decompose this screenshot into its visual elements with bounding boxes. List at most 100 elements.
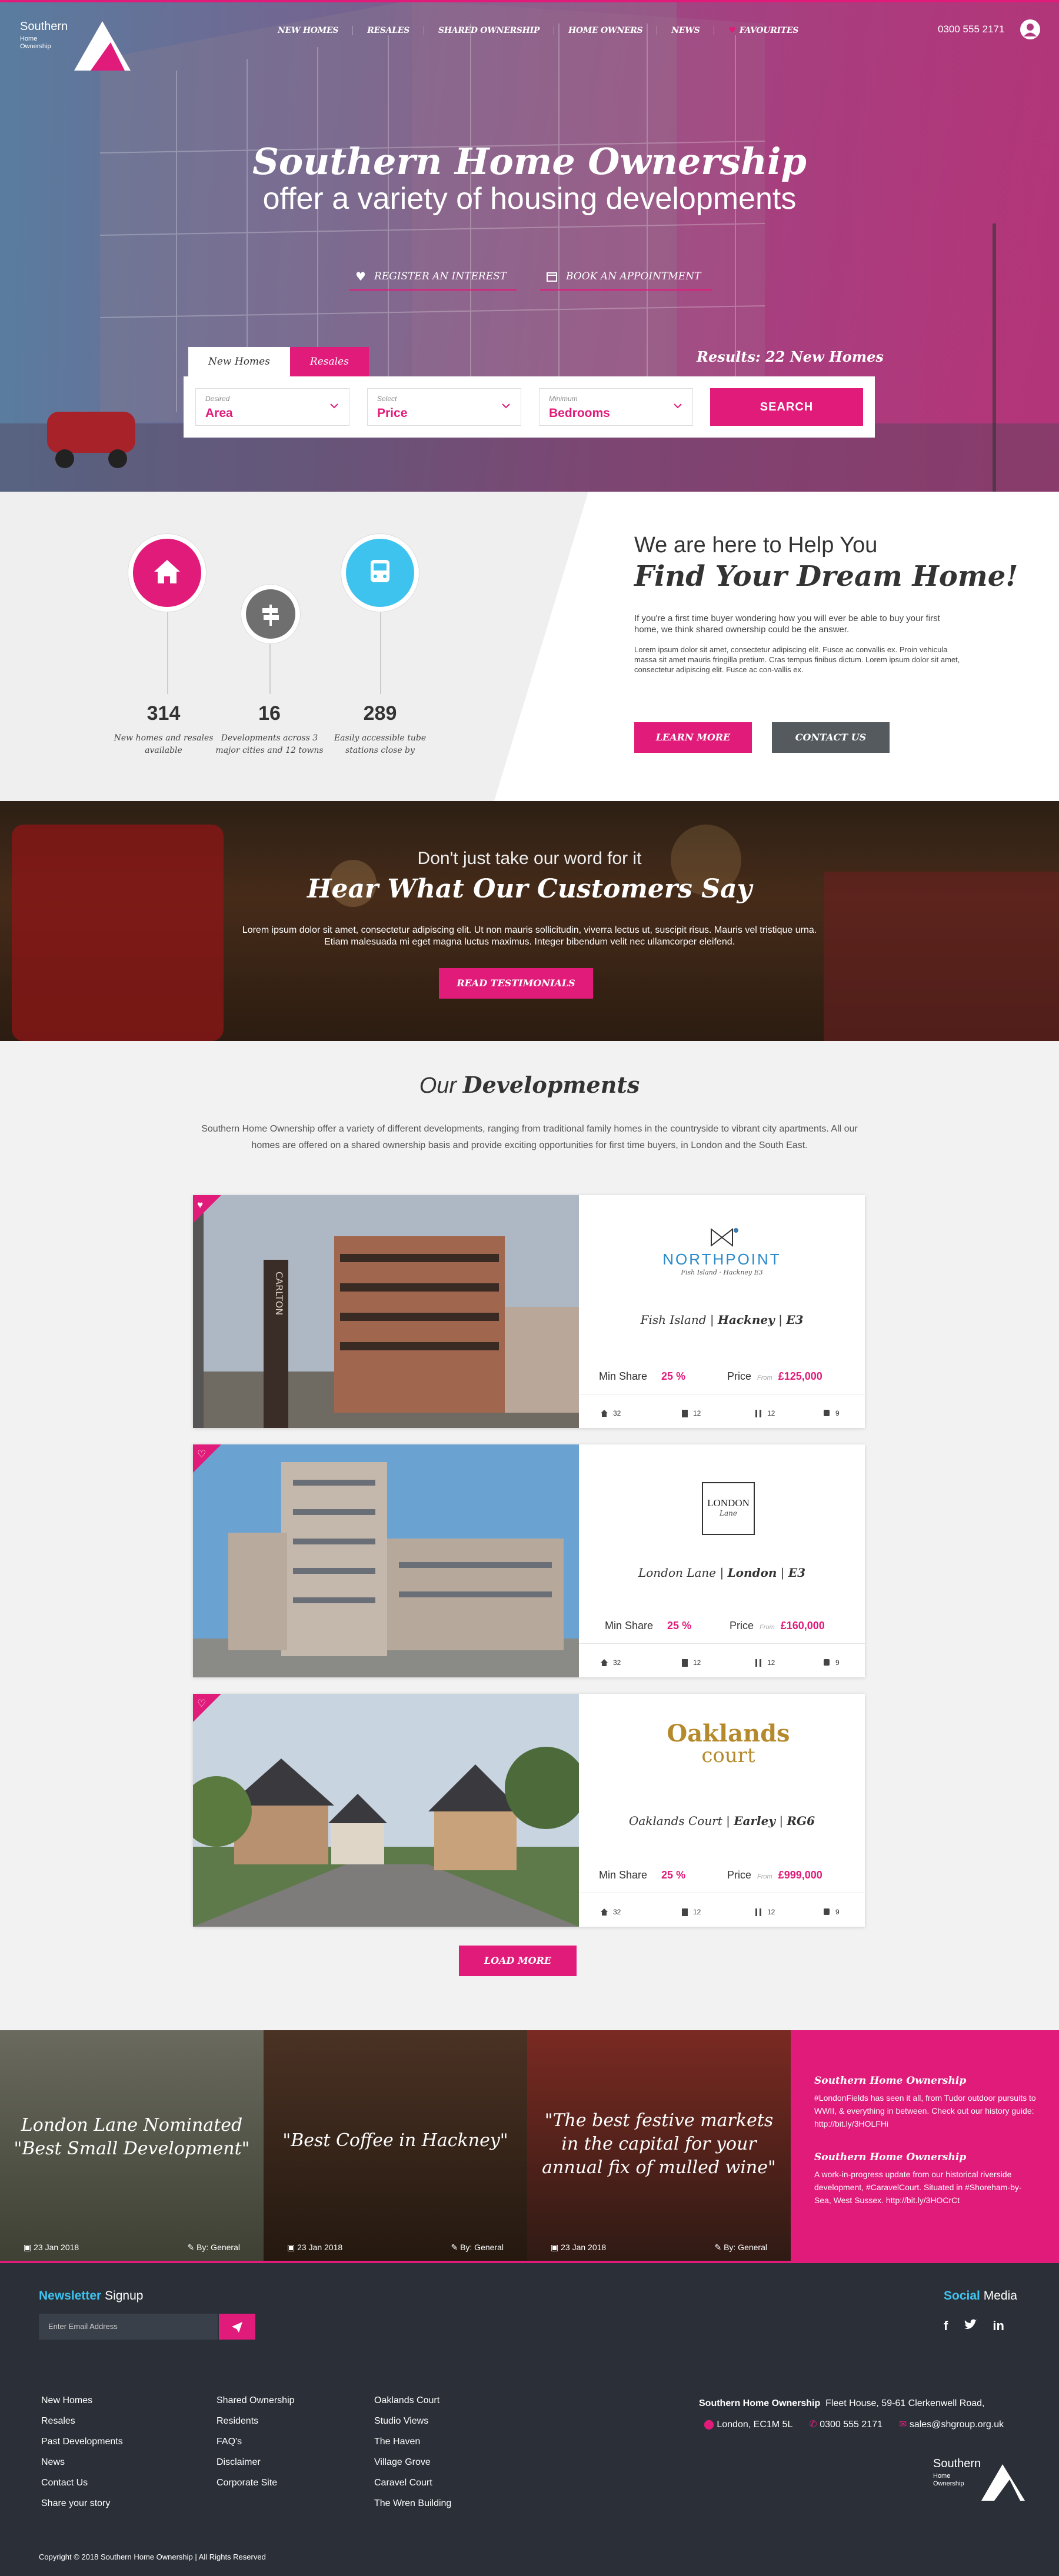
development-card-northpoint[interactable]: CARLTON ♥ NORTHPOINT Fish Island · Hackn…: [193, 1195, 865, 1428]
amenities-count: 12: [754, 1908, 775, 1916]
price-select-label: Select: [377, 395, 397, 403]
floors-count-value: 12: [693, 1409, 701, 1417]
newsletter-heading-a: Newsletter: [39, 2289, 102, 2303]
price-select[interactable]: Select Price: [367, 388, 521, 426]
stations-count-value: 9: [835, 1409, 840, 1417]
footer-link[interactable]: Caravel Court: [374, 2472, 451, 2493]
stat-stations-desc: Easily accessible tube stations close by: [334, 733, 427, 755]
newsletter-email-input[interactable]: Enter Email Address: [39, 2314, 218, 2340]
location-area: London: [727, 1566, 777, 1580]
book-appointment-button[interactable]: BOOK AN APPOINTMENT: [540, 263, 712, 291]
tweet[interactable]: Southern Home Ownership #LondonFields ha…: [814, 2075, 1038, 2130]
search-button[interactable]: SEARCH: [710, 388, 863, 426]
news-tile[interactable]: "The best festive markets in the capital…: [527, 2030, 791, 2263]
footer-email[interactable]: ✉ sales@shgroup.org.uk: [899, 2418, 1004, 2430]
footer-link[interactable]: Share your story: [41, 2493, 123, 2514]
cutlery-icon: [755, 1410, 761, 1417]
logo-subtitle: Home Ownership: [20, 35, 51, 50]
footer-phone[interactable]: ✆ 0300 555 2171: [809, 2418, 883, 2430]
stat-homes: 314 New homes and resales available: [105, 702, 222, 757]
news-tile-meta: ▣ 23 Jan 2018 ✎ By: General: [287, 2243, 504, 2253]
tweet[interactable]: Southern Home Ownership A work-in-progre…: [814, 2151, 1038, 2207]
facebook-icon[interactable]: f: [944, 2318, 948, 2334]
northpoint-logo-icon: [711, 1227, 738, 1247]
footer-link[interactable]: Studio Views: [374, 2411, 451, 2431]
nav-favourites[interactable]: ♥ FAVOURITES: [714, 26, 812, 35]
min-share-value: 25 %: [661, 1869, 686, 1881]
development-card-oaklands-court[interactable]: ♡ Oaklands court Oaklands Court | Earley…: [193, 1694, 865, 1927]
twitter-icon[interactable]: [963, 2318, 978, 2331]
news-author: ✎ By: General: [187, 2243, 240, 2252]
footer-links-col2: Shared Ownership Residents FAQ's Disclai…: [217, 2390, 295, 2493]
footer-link[interactable]: Disclaimer: [217, 2452, 295, 2472]
learn-more-button[interactable]: LEARN MORE: [634, 722, 752, 753]
footer-link[interactable]: The Haven: [374, 2431, 451, 2452]
site-logo[interactable]: Southern Home Ownership: [20, 18, 131, 74]
bedrooms-select[interactable]: Minimum Bedrooms: [539, 388, 693, 426]
nav-shared-ownership[interactable]: SHARED OWNERSHIP: [424, 26, 555, 35]
favourite-heart-icon[interactable]: ♡: [193, 1694, 221, 1722]
footer-link[interactable]: Residents: [217, 2411, 295, 2431]
cutlery-icon: [755, 1659, 761, 1667]
linkedin-icon[interactable]: in: [993, 2318, 1004, 2334]
top-accent-line: [0, 0, 1059, 2]
favourite-heart-icon[interactable]: ♡: [193, 1444, 221, 1473]
min-share-label: Min Share: [599, 1869, 648, 1881]
area-select[interactable]: Desired Area: [195, 388, 349, 426]
news-author: ✎ By: General: [451, 2243, 504, 2252]
footer-link[interactable]: Past Developments: [41, 2431, 123, 2452]
footer-logo[interactable]: Southern Home Ownership: [933, 2457, 1027, 2510]
news-tile[interactable]: "Best Coffee in Hackney" ▣ 23 Jan 2018 ✎ …: [264, 2030, 527, 2263]
footer-link[interactable]: Corporate Site: [217, 2472, 295, 2493]
tab-resales[interactable]: Resales: [289, 347, 369, 376]
london-lane-logo: LONDON Lane: [702, 1482, 755, 1535]
floors-count: 12: [681, 1659, 701, 1667]
heart-icon: ♥: [728, 26, 736, 35]
development-photo[interactable]: [193, 1694, 579, 1927]
footer-link[interactable]: News: [41, 2452, 123, 2472]
location-postcode: E3: [786, 1313, 804, 1327]
footer-link[interactable]: Resales: [41, 2411, 123, 2431]
min-share-label: Min Share: [605, 1620, 654, 1631]
favourite-heart-icon[interactable]: ♥: [193, 1195, 221, 1223]
nav-resales[interactable]: RESALES: [353, 26, 424, 35]
nav-home-owners[interactable]: HOME OWNERS: [554, 26, 658, 35]
stations-count-value: 9: [835, 1908, 840, 1916]
development-photo[interactable]: CARLTON: [193, 1195, 579, 1428]
tweet-text: A work-in-progress update from our histo…: [814, 2170, 1022, 2205]
footer-link[interactable]: Shared Ownership: [217, 2390, 295, 2411]
news-date-value: 23 Jan 2018: [297, 2243, 343, 2252]
register-interest-button[interactable]: ♥ REGISTER AN INTEREST: [349, 263, 517, 291]
copyright: Copyright © 2018 Southern Home Ownership…: [39, 2552, 266, 2561]
min-share-label: Min Share: [599, 1370, 648, 1382]
footer-link[interactable]: Contact Us: [41, 2472, 123, 2493]
developments-title: Our Developments: [0, 1072, 1059, 1099]
tab-new-homes[interactable]: New Homes: [188, 347, 290, 376]
footer-link[interactable]: FAQ's: [217, 2431, 295, 2452]
price: Price From £125,000: [727, 1370, 822, 1383]
help-heading: We are here to Help You: [634, 533, 878, 558]
development-photo[interactable]: [193, 1444, 579, 1677]
photo-sign-text: CARLTON: [274, 1272, 285, 1315]
stat-stations-number: 289: [363, 702, 397, 725]
location-pin-icon: ⬤: [704, 2420, 714, 2430]
user-account-icon[interactable]: [1020, 19, 1040, 39]
nav-new-homes[interactable]: NEW HOMES: [264, 26, 354, 35]
nav-news[interactable]: NEWS: [657, 26, 715, 35]
read-testimonials-button[interactable]: READ TESTIMONIALS: [439, 968, 593, 999]
footer-link[interactable]: New Homes: [41, 2390, 123, 2411]
footer-link[interactable]: Oaklands Court: [374, 2390, 451, 2411]
news-tile-quote: "The best festive markets in the capital…: [542, 2110, 776, 2178]
footer-link[interactable]: The Wren Building: [374, 2493, 451, 2514]
newsletter-submit-button[interactable]: [219, 2314, 255, 2340]
footer-link[interactable]: Village Grove: [374, 2452, 451, 2472]
footer-logo-wordmark: Southern: [933, 2457, 981, 2470]
newsletter-heading: Newsletter Signup: [39, 2289, 143, 2303]
news-tile[interactable]: London Lane Nominated "Best Small Develo…: [0, 2030, 264, 2263]
development-card-london-lane[interactable]: ♡ LONDON Lane London Lane | London | E3 …: [193, 1444, 865, 1677]
header-phone[interactable]: 0300 555 2171: [938, 24, 1004, 35]
contact-us-button[interactable]: CONTACT US: [772, 722, 890, 753]
results-count: Results: 22 New Homes: [697, 348, 884, 365]
footer-phone-value: 0300 555 2171: [820, 2420, 883, 2430]
load-more-button[interactable]: LOAD MORE: [459, 1946, 577, 1976]
